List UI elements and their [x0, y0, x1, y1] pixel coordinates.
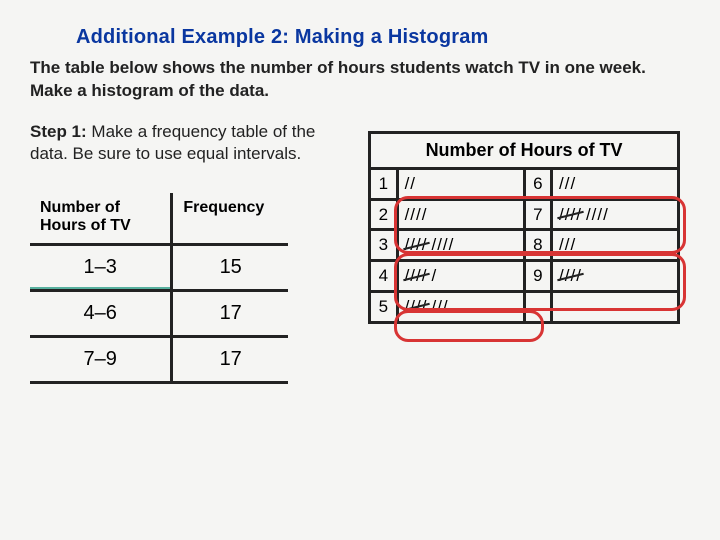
tally-number: 4 — [370, 261, 398, 292]
freq-header-interval: Number of Hours of TV — [30, 193, 172, 245]
tally-marks — [552, 292, 679, 323]
tally-number: 8 — [524, 230, 552, 261]
step-text: Step 1: Make a frequency table of the da… — [30, 121, 338, 165]
freq-header-frequency: Frequency — [172, 193, 288, 245]
table-row: 4/////9//// — [370, 261, 679, 292]
tally-marks: //////// — [552, 199, 679, 230]
table-row: 2////7//////// — [370, 199, 679, 230]
tally-marks: //// — [397, 199, 524, 230]
tally-marks: /////// — [397, 292, 524, 323]
freq-value: 17 — [172, 337, 288, 383]
tally-marks: // — [397, 168, 524, 199]
table-row: 1–3 15 — [30, 245, 288, 291]
step-label: Step 1: — [30, 122, 87, 141]
tally-number: 3 — [370, 230, 398, 261]
tally-marks: /// — [552, 230, 679, 261]
tally-number: 1 — [370, 168, 398, 199]
freq-value: 15 — [172, 245, 288, 291]
tally-number: 6 — [524, 168, 552, 199]
tally-number: 5 — [370, 292, 398, 323]
left-column: Step 1: Make a frequency table of the da… — [30, 121, 338, 384]
tally-number — [524, 292, 552, 323]
tally-table: Number of Hours of TV 1//6///2////7/////… — [368, 131, 680, 324]
tally-marks: //////// — [397, 230, 524, 261]
freq-interval: 7–9 — [30, 337, 172, 383]
tally-number: 2 — [370, 199, 398, 230]
tally-number: 9 — [524, 261, 552, 292]
freq-interval: 1–3 — [30, 245, 172, 291]
content-row: Step 1: Make a frequency table of the da… — [0, 103, 720, 384]
right-column: Number of Hours of TV 1//6///2////7/////… — [368, 121, 696, 384]
page-subtitle: The table below shows the number of hour… — [0, 57, 720, 103]
page-title: Additional Example 2: Making a Histogram — [0, 0, 720, 57]
table-row: 1//6/// — [370, 168, 679, 199]
table-row: 7–9 17 — [30, 337, 288, 383]
tally-marks: ///// — [397, 261, 524, 292]
table-row: 4–6 17 — [30, 291, 288, 337]
tally-number: 7 — [524, 199, 552, 230]
table-row: 3////////8/// — [370, 230, 679, 261]
tally-marks: /// — [552, 168, 679, 199]
freq-interval: 4–6 — [30, 291, 172, 337]
tally-title: Number of Hours of TV — [370, 132, 679, 168]
tally-marks: //// — [552, 261, 679, 292]
freq-value: 17 — [172, 291, 288, 337]
table-row: 5/////// — [370, 292, 679, 323]
frequency-table: Number of Hours of TV Frequency 1–3 15 4… — [30, 193, 288, 384]
